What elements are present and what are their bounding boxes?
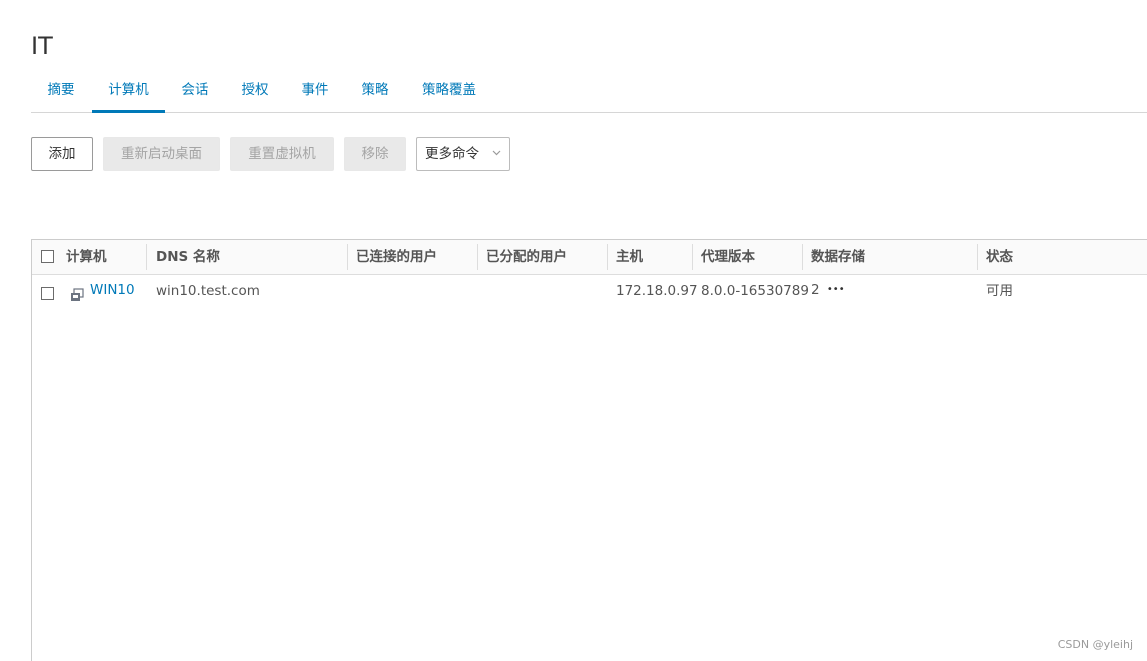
column-divider bbox=[477, 244, 478, 270]
more-datastores-icon[interactable]: ••• bbox=[827, 284, 845, 295]
watermark: CSDN @yleihj bbox=[1057, 638, 1133, 651]
tab-summary[interactable]: 摘要 bbox=[43, 70, 79, 110]
column-header-status[interactable]: 状态 bbox=[986, 240, 1013, 274]
column-divider bbox=[802, 244, 803, 270]
more-commands-label: 更多命令 bbox=[425, 146, 479, 162]
column-divider bbox=[347, 244, 348, 270]
dns-name-cell: win10.test.com bbox=[156, 283, 260, 299]
page-title: IT bbox=[31, 32, 53, 60]
remove-button[interactable]: 移除 bbox=[344, 137, 406, 171]
status-cell: 可用 bbox=[986, 283, 1013, 299]
tab-policy-overrides[interactable]: 策略覆盖 bbox=[418, 70, 480, 110]
datastore-count: 2 bbox=[811, 282, 820, 298]
tab-bar: 摘要 计算机 会话 授权 事件 策略 策略覆盖 bbox=[31, 70, 1147, 113]
tab-events[interactable]: 事件 bbox=[299, 70, 331, 110]
column-divider bbox=[692, 244, 693, 270]
select-all-checkbox[interactable] bbox=[41, 250, 54, 263]
computers-table: 计算机 DNS 名称 已连接的用户 已分配的用户 主机 代理版本 数据存储 状态… bbox=[31, 239, 1147, 661]
tab-policies[interactable]: 策略 bbox=[359, 70, 391, 110]
row-select-checkbox[interactable] bbox=[41, 287, 54, 300]
column-header-connected-user[interactable]: 已连接的用户 bbox=[356, 240, 437, 274]
agent-version-cell: 8.0.0-16530789 bbox=[701, 283, 809, 299]
add-button[interactable]: 添加 bbox=[31, 137, 93, 171]
tab-sessions[interactable]: 会话 bbox=[179, 70, 211, 110]
host-cell: 172.18.0.97 bbox=[616, 283, 698, 299]
chevron-down-icon bbox=[492, 138, 501, 170]
column-header-assigned-user[interactable]: 已分配的用户 bbox=[486, 240, 567, 274]
restart-desktop-button[interactable]: 重新启动桌面 bbox=[103, 137, 220, 171]
column-header-agent-version[interactable]: 代理版本 bbox=[701, 240, 755, 274]
tab-entitlements[interactable]: 授权 bbox=[239, 70, 271, 110]
table-header: 计算机 DNS 名称 已连接的用户 已分配的用户 主机 代理版本 数据存储 状态 bbox=[32, 240, 1147, 275]
tab-computers[interactable]: 计算机 bbox=[92, 70, 165, 113]
vm-icon bbox=[70, 288, 84, 302]
more-commands-dropdown[interactable]: 更多命令 bbox=[416, 137, 510, 171]
reset-vm-button[interactable]: 重置虚拟机 bbox=[230, 137, 334, 171]
column-header-computer[interactable]: 计算机 bbox=[66, 240, 107, 274]
column-header-dns-name[interactable]: DNS 名称 bbox=[156, 240, 220, 274]
column-header-datastore[interactable]: 数据存储 bbox=[811, 240, 865, 274]
column-divider bbox=[146, 244, 147, 270]
computer-name-link[interactable]: WIN10 bbox=[90, 280, 135, 300]
column-divider bbox=[607, 244, 608, 270]
datastore-cell: 2 ••• bbox=[811, 280, 845, 300]
column-header-host[interactable]: 主机 bbox=[616, 240, 643, 274]
column-divider bbox=[977, 244, 978, 270]
